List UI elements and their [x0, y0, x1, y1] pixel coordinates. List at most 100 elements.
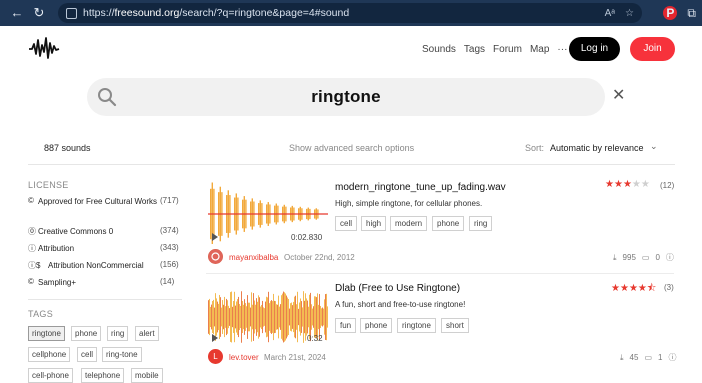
sort-label: Sort:	[525, 143, 545, 153]
license-filter-sampling-plus[interactable]: © Sampling+	[28, 277, 160, 289]
license-filter-cc0[interactable]: ⓪ Creative Commons 0	[28, 226, 160, 238]
license-label: Attribution NonCommercial	[48, 261, 144, 270]
username-link[interactable]: lev.tover	[229, 353, 259, 362]
sound-stats: ⤓ 995 ▭ 0 ⓘ	[613, 252, 674, 263]
nav-sounds[interactable]: Sounds	[422, 44, 456, 55]
refresh-icon[interactable]: ↻	[28, 0, 50, 26]
license-heading: LICENSE	[28, 180, 69, 190]
sound-tag[interactable]: high	[361, 216, 387, 231]
license-count: (343)	[160, 243, 179, 252]
star-rating[interactable]: ★★★★⯪	[611, 281, 656, 298]
tag-filter[interactable]: alert	[135, 326, 159, 341]
divider	[206, 273, 674, 274]
upload-date: March 21st, 2024	[264, 353, 326, 362]
download-count: 995	[622, 253, 636, 262]
star-icon: ★	[619, 283, 629, 294]
tag-filter[interactable]: ring-tone	[102, 347, 142, 362]
sound-tag[interactable]: short	[441, 318, 469, 333]
star-icon: ★	[613, 179, 623, 190]
avatar[interactable]	[208, 249, 223, 264]
sound-title[interactable]: modern_ringtone_tune_up_fading.wav	[335, 182, 506, 193]
back-arrow-icon[interactable]: ←	[6, 0, 28, 26]
nav-forum[interactable]: Forum	[493, 44, 522, 55]
extensions-icon[interactable]: ⧉	[687, 6, 696, 21]
rating-count: (3)	[664, 283, 674, 292]
lock-icon	[66, 7, 77, 19]
license-count: (717)	[160, 196, 179, 205]
pinterest-extension-icon[interactable]: P	[663, 6, 678, 20]
star-icon: ⯪	[646, 283, 657, 294]
nav-tags[interactable]: Tags	[464, 44, 485, 55]
sound-duration: 0:32	[307, 334, 323, 343]
avatar[interactable]: L	[208, 349, 223, 364]
star-icon: ★	[605, 179, 614, 190]
sound-title[interactable]: Dlab (Free to Use Ringtone)	[335, 283, 460, 294]
license-filter-attribution[interactable]: ⓘ Attribution	[28, 243, 160, 255]
tag-filter[interactable]: mobile	[131, 368, 163, 383]
close-icon[interactable]: ✕	[612, 88, 625, 104]
favorite-star-icon[interactable]: ☆	[625, 8, 634, 19]
join-button[interactable]: Join	[630, 37, 675, 61]
play-icon[interactable]	[212, 334, 218, 342]
tag-filter[interactable]: cell	[77, 347, 98, 362]
star-icon: ★	[628, 283, 638, 294]
license-count: (14)	[160, 277, 175, 286]
sort-select[interactable]: Automatic by relevance	[550, 143, 644, 153]
sound-tag[interactable]: ringtone	[397, 318, 436, 333]
license-icon: ⓘ	[665, 253, 674, 262]
sound-duration: 0:02.830	[291, 233, 323, 242]
search-query[interactable]: ringtone	[87, 78, 605, 116]
sound-tag[interactable]: phone	[360, 318, 393, 333]
login-button[interactable]: Log in	[569, 37, 620, 61]
sound-tag[interactable]: modern	[390, 216, 428, 231]
license-filter-free-cultural[interactable]: © Approved for Free Cultural Works	[28, 196, 160, 208]
tag-filter[interactable]: ring	[107, 326, 129, 341]
sound-tag[interactable]: cell	[335, 216, 358, 231]
browser-toolbar: ← ↻ https://freesound.org/search/?q=ring…	[0, 0, 702, 26]
tag-filter[interactable]: phone	[71, 326, 102, 341]
tag-filter[interactable]: cellphone	[28, 347, 71, 362]
username-link[interactable]: mayanxibalba	[229, 253, 278, 262]
upload-date: October 22nd, 2012	[284, 253, 355, 262]
sound-tag[interactable]: phone	[432, 216, 465, 231]
sound-description: High, simple ringtone, for cellular phon…	[335, 199, 483, 208]
nav-map[interactable]: Map	[530, 44, 549, 55]
tag-filter[interactable]: telephone	[81, 368, 125, 383]
cc0-icon: ⓪	[28, 227, 36, 236]
sampling-icon: ©	[28, 277, 34, 286]
sound-stats: ⤓ 45 ▭ 1 ⓘ	[620, 352, 676, 363]
star-icon: ★	[637, 283, 647, 294]
download-icon: ⤓	[613, 252, 617, 262]
license-label: Creative Commons 0	[38, 227, 114, 236]
divider	[28, 299, 182, 300]
search-input[interactable]: ringtone	[87, 78, 605, 116]
star-icon: ★	[611, 283, 620, 294]
tag-filter[interactable]: cell-phone	[28, 368, 73, 383]
star-rating[interactable]: ★★★★★	[605, 179, 650, 190]
tag-filter[interactable]: ringtone	[28, 326, 65, 341]
address-bar[interactable]: https://freesound.org/search/?q=ringtone…	[58, 3, 642, 23]
star-icon: ★	[631, 179, 641, 190]
sound-tag[interactable]: ring	[469, 216, 493, 231]
read-aloud-icon[interactable]: Aᵃ	[605, 8, 615, 19]
tags-heading: TAGS	[28, 309, 54, 319]
nav-more[interactable]: ···	[557, 44, 567, 55]
rating-count: (12)	[660, 181, 675, 190]
license-label: Approved for Free Cultural Works	[38, 197, 158, 206]
license-label: Attribution	[38, 244, 75, 253]
freesound-logo[interactable]	[28, 36, 60, 65]
comment-icon: ▭	[644, 353, 653, 362]
download-icon: ⤓	[620, 352, 624, 362]
play-icon[interactable]	[212, 233, 218, 241]
divider	[28, 164, 675, 165]
attribution-icon: ⓘ	[28, 244, 36, 253]
license-icon: ⓘ	[668, 353, 677, 362]
advanced-search-link[interactable]: Show advanced search options	[289, 143, 414, 153]
comment-count: 1	[658, 353, 663, 362]
star-icon: ★	[640, 179, 650, 190]
license-filter-attribution-noncommercial[interactable]: ⓘ$ Attribution NonCommercial	[28, 260, 160, 272]
license-count: (156)	[160, 260, 179, 269]
comment-icon: ▭	[641, 253, 650, 262]
sound-tag[interactable]: fun	[335, 318, 357, 333]
chevron-down-icon[interactable]: ⌄	[650, 141, 658, 152]
